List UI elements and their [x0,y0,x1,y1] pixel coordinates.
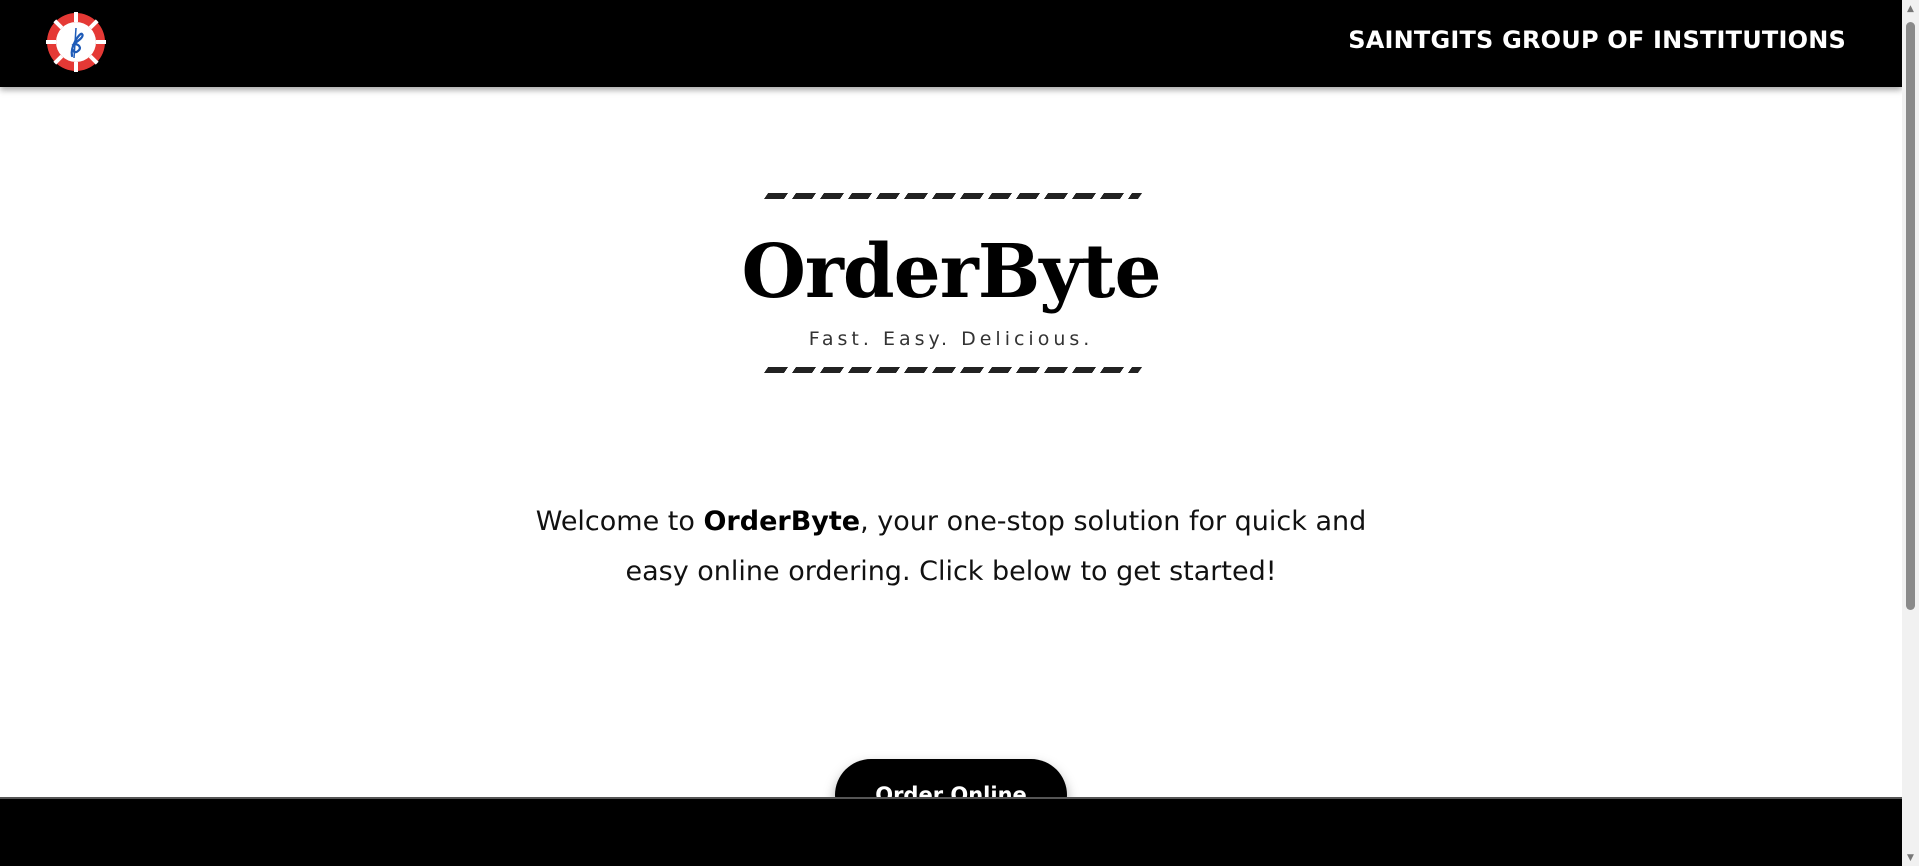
scrollbar-thumb[interactable] [1906,22,1915,610]
vertical-scrollbar[interactable]: ▲ ▼ [1902,0,1919,866]
saintgits-logo-icon[interactable] [46,12,106,72]
brand-title: OrderByte [741,229,1161,315]
scroll-up-arrow-icon[interactable]: ▲ [1902,0,1919,17]
welcome-message: Welcome to OrderByte, your one-stop solu… [520,497,1382,597]
hero-section: OrderByte Fast. Easy. Delicious. Welcome… [0,87,1902,831]
scroll-down-arrow-icon[interactable]: ▼ [1902,849,1919,866]
institution-name: SAINTGITS GROUP OF INSTITUTIONS [1348,26,1846,54]
decorative-dash-top [763,193,1143,199]
footer-band [0,797,1902,866]
top-navbar: SAINTGITS GROUP OF INSTITUTIONS [0,0,1902,87]
decorative-dash-bottom [763,367,1143,373]
welcome-brand: OrderByte [703,506,861,537]
welcome-prefix: Welcome to [535,506,704,537]
page: SAINTGITS GROUP OF INSTITUTIONS OrderByt… [0,0,1919,866]
brand-tagline: Fast. Easy. Delicious. [808,328,1094,350]
